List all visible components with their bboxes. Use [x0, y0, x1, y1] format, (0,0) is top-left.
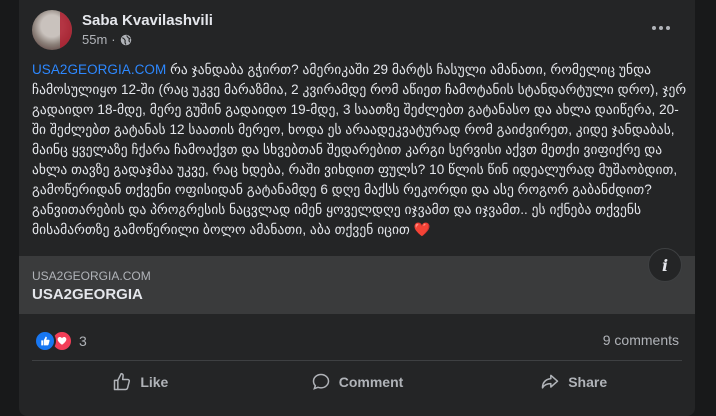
dot-icon — [659, 26, 663, 30]
dot-icon — [666, 26, 670, 30]
link-preview-domain: USA2GEORGIA.COM — [32, 269, 151, 283]
like-button[interactable]: Like — [32, 365, 249, 399]
like-label: Like — [140, 374, 169, 390]
more-options-button[interactable] — [647, 18, 675, 38]
comments-count[interactable]: 9 comments — [603, 332, 679, 348]
post-body: USA2GEORGIA.COM რა ჯანდაბა გჭირთ? ამერიკ… — [32, 60, 692, 240]
reactions-summary[interactable]: 3 — [34, 330, 87, 352]
comment-icon — [312, 373, 329, 390]
action-bar: Like Comment Share — [32, 365, 682, 399]
divider — [32, 360, 682, 361]
post-meta: 55m · — [82, 32, 132, 47]
link-preview-title: USA2GEORGIA — [32, 286, 143, 303]
share-label: Share — [568, 374, 608, 390]
share-button[interactable]: Share — [465, 365, 682, 399]
share-icon — [541, 374, 559, 389]
comment-label: Comment — [338, 374, 404, 390]
post-card: Saba Kvavilashvili 55m · USA2GEORGIA.COM… — [19, 0, 695, 416]
post-time[interactable]: 55m — [82, 32, 107, 47]
comment-button[interactable]: Comment — [249, 365, 466, 399]
link-preview[interactable]: USA2GEORGIA.COM USA2GEORGIA — [19, 256, 695, 314]
info-icon[interactable]: i — [648, 248, 682, 282]
post-body-text: რა ჯანდაბა გჭირთ? ამერიკაში 29 მარტს ჩას… — [32, 62, 687, 237]
avatar[interactable] — [32, 10, 72, 50]
thumbs-up-icon — [114, 372, 131, 391]
reaction-count: 3 — [79, 333, 87, 349]
post-link[interactable]: USA2GEORGIA.COM — [32, 62, 166, 77]
like-icon — [34, 330, 56, 352]
globe-icon — [120, 34, 131, 45]
author-name[interactable]: Saba Kvavilashvili — [82, 12, 213, 29]
dot-icon — [652, 26, 656, 30]
